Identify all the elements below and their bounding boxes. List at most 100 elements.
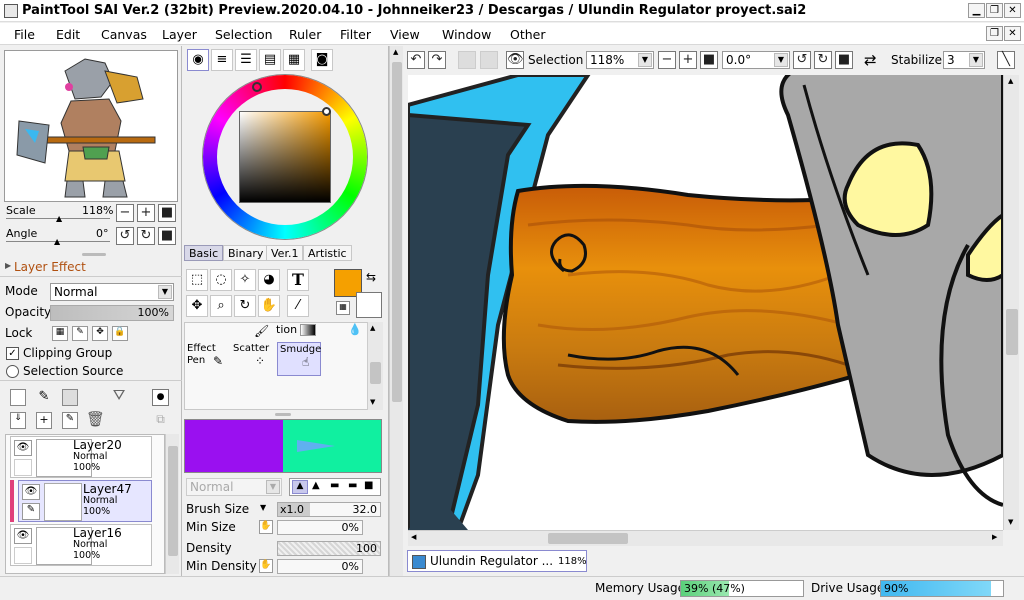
tab-artistic[interactable]: Artistic bbox=[303, 245, 352, 261]
panel-splitter[interactable] bbox=[82, 253, 106, 256]
scale-slider-handle[interactable]: ▲ bbox=[56, 214, 62, 223]
lock-move-icon[interactable]: ✥ bbox=[92, 326, 108, 341]
canvas-vscrollbar[interactable]: ▲ ▼ bbox=[1003, 75, 1019, 530]
scroll-up-icon[interactable]: ▲ bbox=[1008, 77, 1013, 85]
layer-effect-title[interactable]: Layer Effect bbox=[14, 260, 86, 274]
pencil-icon[interactable]: ✎ bbox=[22, 503, 40, 520]
lasso-icon[interactable]: ◌ bbox=[210, 269, 232, 291]
hue-marker[interactable] bbox=[252, 82, 262, 92]
delete-layer-icon[interactable]: 🗑 bbox=[86, 410, 105, 430]
scrollbar-thumb[interactable] bbox=[168, 446, 178, 556]
zoom-reset-icon[interactable]: ■ bbox=[158, 204, 176, 222]
transparent-color-icon[interactable]: ▦ bbox=[336, 301, 350, 315]
scroll-up-icon[interactable]: ▲ bbox=[393, 48, 398, 56]
shape-flat-icon[interactable]: ▬ bbox=[348, 480, 357, 491]
scroll-down-icon[interactable]: ▼ bbox=[370, 398, 375, 406]
flip-horizontal-icon[interactable]: ⇄ bbox=[864, 51, 877, 69]
menu-ruler[interactable]: Ruler bbox=[289, 27, 321, 42]
scroll-left-icon[interactable]: ◀ bbox=[411, 533, 416, 541]
color-wheel-tab-icon[interactable]: ◉ bbox=[187, 49, 209, 71]
density-slider[interactable]: 100 bbox=[277, 541, 381, 556]
zoom-select[interactable]: 118% ▼ bbox=[586, 51, 654, 69]
lock-all-icon[interactable]: 🔒 bbox=[112, 326, 128, 341]
tab-binary[interactable]: Binary bbox=[223, 245, 269, 261]
scrollbar-thumb[interactable] bbox=[1006, 309, 1018, 355]
zoom-in-icon[interactable]: + bbox=[137, 204, 155, 222]
menu-other[interactable]: Other bbox=[510, 27, 546, 42]
pressure-icon[interactable]: ✋ bbox=[259, 559, 273, 573]
rotate-cw-icon[interactable]: ↻ bbox=[137, 227, 155, 245]
tool-grid-scrollbar[interactable]: ▲ ▼ bbox=[367, 322, 383, 410]
menu-edit[interactable]: Edit bbox=[56, 27, 80, 42]
new-layer-icon[interactable] bbox=[10, 389, 26, 406]
menu-canvas[interactable]: Canvas bbox=[101, 27, 147, 42]
tab-basic[interactable]: Basic bbox=[184, 245, 224, 261]
menu-layer[interactable]: Layer bbox=[162, 27, 197, 42]
doc-restore-icon[interactable]: ❐ bbox=[986, 26, 1003, 41]
tab-ver1[interactable]: Ver.1 bbox=[266, 245, 304, 261]
min-size-slider[interactable]: 0% bbox=[277, 520, 363, 535]
layer-mask-icon[interactable]: ⛛ bbox=[108, 386, 130, 406]
swatches-tab-icon[interactable]: ▦ bbox=[283, 49, 305, 71]
panel-scrollbar[interactable]: ▲ bbox=[389, 46, 403, 576]
layer-row[interactable]: 👁 Layer20 Normal 100% bbox=[10, 436, 152, 478]
document-tab[interactable]: Ulundin Regulator ... 118% bbox=[407, 550, 587, 572]
tool-effect-pen[interactable]: Effect Pen ✎ bbox=[185, 342, 230, 376]
palette-tab-icon[interactable]: ▤ bbox=[259, 49, 281, 71]
maximize-icon[interactable]: ❐ bbox=[986, 3, 1003, 18]
close-icon[interactable]: ✕ bbox=[1004, 3, 1021, 18]
eye-icon[interactable]: 👁 bbox=[506, 51, 524, 69]
rotate-reset-icon[interactable]: ■ bbox=[835, 51, 853, 69]
undo-icon[interactable]: ↶ bbox=[407, 51, 425, 69]
lock-transparency-icon[interactable]: ▦ bbox=[52, 326, 68, 341]
stabilizer-select[interactable]: 3 ▼ bbox=[943, 51, 985, 69]
transfer-down-icon[interactable]: + bbox=[36, 412, 52, 429]
saturation-value-square[interactable] bbox=[239, 111, 331, 203]
move-icon[interactable]: ✥ bbox=[186, 295, 208, 317]
merge-down-icon[interactable]: ⇓ bbox=[10, 412, 26, 429]
layer-settings-icon[interactable]: ⧉ bbox=[152, 412, 169, 429]
scroll-right-icon[interactable]: ▶ bbox=[992, 533, 997, 541]
deselect-icon[interactable] bbox=[458, 51, 476, 69]
redo-icon[interactable]: ↷ bbox=[428, 51, 446, 69]
clear-layer-icon[interactable]: ✎ bbox=[62, 412, 78, 429]
scrollbar-thumb[interactable] bbox=[392, 62, 402, 402]
shape-square-icon[interactable]: ■ bbox=[364, 480, 373, 491]
zoom-out-icon[interactable]: − bbox=[116, 204, 134, 222]
menu-filter[interactable]: Filter bbox=[340, 27, 371, 42]
zoom-in-icon[interactable]: + bbox=[679, 51, 697, 69]
scroll-down-icon[interactable]: ▼ bbox=[1008, 518, 1013, 526]
rotation-select[interactable]: 0.0° ▼ bbox=[722, 51, 790, 69]
layer-row[interactable]: 👁 Layer16 Normal 100% bbox=[10, 524, 152, 566]
menu-view[interactable]: View bbox=[390, 27, 420, 42]
color-marker[interactable] bbox=[322, 107, 331, 116]
magic-wand-icon[interactable]: ✧ bbox=[234, 269, 256, 291]
brush-size-slider[interactable]: x1.0 32.0 bbox=[277, 502, 381, 517]
rotate-cw-icon[interactable]: ↻ bbox=[814, 51, 832, 69]
menu-window[interactable]: Window bbox=[442, 27, 491, 42]
rgb-slider-tab-icon[interactable]: ≡ bbox=[211, 49, 233, 71]
layer-row-selected[interactable]: 👁 ✎ Layer47 Normal 100% bbox=[18, 480, 152, 522]
menu-selection[interactable]: Selection bbox=[215, 27, 273, 42]
new-linework-layer-icon[interactable]: ✎ bbox=[36, 389, 52, 406]
scroll-up-icon[interactable]: ▲ bbox=[370, 324, 375, 332]
shape-bell-icon[interactable]: ▲ bbox=[312, 480, 320, 491]
zoom-reset-icon[interactable]: ■ bbox=[700, 51, 718, 69]
opacity-slider[interactable]: 100% bbox=[50, 305, 174, 321]
water-drop-icon[interactable]: 💧 bbox=[348, 323, 362, 336]
selection-source-radio[interactable] bbox=[6, 365, 19, 378]
apply-mask-icon[interactable]: ● bbox=[152, 389, 169, 406]
shape-icon[interactable]: ◕ bbox=[258, 269, 280, 291]
swap-colors-icon[interactable]: ⇆ bbox=[366, 270, 376, 284]
secondary-color-swatch[interactable] bbox=[356, 292, 382, 318]
scrollbar-thumb[interactable] bbox=[548, 533, 628, 544]
angle-slider-handle[interactable]: ▲ bbox=[54, 237, 60, 246]
hsv-slider-tab-icon[interactable]: ☰ bbox=[235, 49, 257, 71]
visibility-eye-icon[interactable]: 👁 bbox=[14, 528, 32, 544]
doc-close-icon[interactable]: ✕ bbox=[1004, 26, 1021, 41]
rotate-reset-icon[interactable]: ■ bbox=[158, 227, 176, 245]
clipping-group-checkbox[interactable]: ✓ bbox=[6, 347, 19, 360]
minimize-icon[interactable]: ▁ bbox=[968, 3, 985, 18]
brush-shape-selector[interactable]: ▲ ▲ ▬ ▬ ■ bbox=[289, 478, 381, 496]
scratchpad-tab-icon[interactable]: ◙ bbox=[311, 49, 333, 71]
